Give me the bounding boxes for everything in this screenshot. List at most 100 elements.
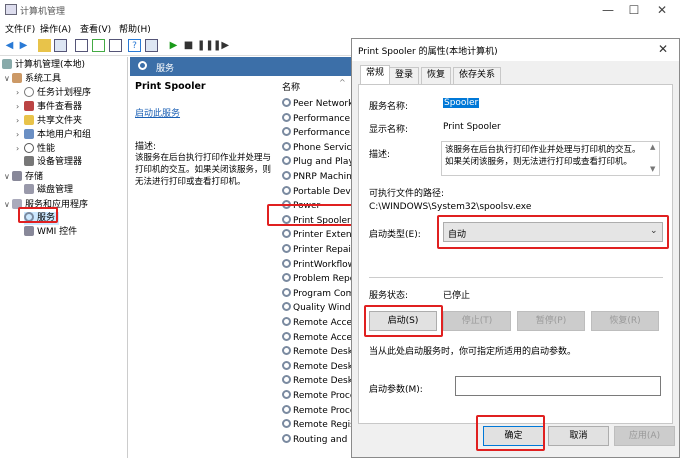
chevron-right-icon[interactable]: › [16,100,24,113]
clock-icon [24,87,34,97]
stop-button[interactable]: 停止(T) [443,311,511,331]
tree-root[interactable]: 计算机管理(本地) [2,59,85,72]
column-header-name[interactable]: 名称 [282,80,300,93]
description-label: 描述: [369,150,391,160]
tab-logon[interactable]: 登录 [389,67,420,84]
service-row[interactable]: Plug and Play [282,155,352,169]
service-row[interactable]: Remote Deskt [282,360,352,374]
tree-item-system-tools[interactable]: ∨ 系统工具 [4,72,61,85]
highlight-box-services [18,207,58,223]
back-arrow-icon[interactable]: ◀ [3,39,16,52]
service-row[interactable]: Problem Repo [282,272,352,286]
services-header: 服务 [130,57,352,76]
service-row[interactable]: Remote Deskt [282,345,352,359]
service-row[interactable]: Phone Service [282,141,352,155]
service-row[interactable]: Performance L [282,126,352,140]
help-icon[interactable]: ? [128,39,141,52]
forward-arrow-icon[interactable]: ▶ [17,39,30,52]
service-row[interactable]: Quality Windo [282,301,352,315]
maximize-button[interactable]: ☐ [622,2,646,18]
description-box[interactable]: 该服务在后台执行打印作业并处理与打印机的交互。如果关闭该服务，则无法进行打印或查… [441,141,660,176]
tree-item-task-scheduler[interactable]: › 任务计划程序 [16,86,91,99]
chevron-right-icon[interactable]: › [16,86,24,99]
scroll-up-icon[interactable]: ▲ [650,143,655,151]
chevron-right-icon[interactable]: › [16,142,24,155]
window-title: 计算机管理 [20,7,66,17]
tree-item-local-users[interactable]: › 本地用户和组 [16,128,91,141]
menu-view[interactable]: 查看(V) [80,22,111,35]
tree-item-wmi[interactable]: WMI 控件 [24,226,77,239]
service-row[interactable]: Remote Acces [282,316,352,330]
cancel-button[interactable]: 取消 [548,426,609,446]
service-row[interactable]: Remote Proce [282,389,352,403]
pause-service-icon[interactable]: ❚❚ [197,39,214,52]
shared-folder-icon [24,115,34,125]
gear-icon [282,185,291,195]
service-row[interactable]: Routing and R [282,433,352,447]
service-row[interactable]: Printer Repair [282,243,352,257]
service-row[interactable]: Printer Extensi [282,228,352,242]
menu-help[interactable]: 帮助(H) [119,22,151,35]
device-manager-icon [24,156,34,166]
properties-icon[interactable] [75,39,88,52]
divider [369,277,663,278]
tab-dependencies[interactable]: 依存关系 [453,67,502,84]
service-name-value[interactable]: Spooler [443,98,480,108]
gear-icon [282,244,291,253]
resume-button[interactable]: 恢复(R) [591,311,659,331]
service-row[interactable]: Performance C [282,112,352,126]
start-service-icon[interactable]: ▶ [167,39,180,52]
path-label: 可执行文件的路径: [369,189,445,199]
service-row[interactable]: Portable Devic [282,185,352,199]
scroll-down-icon[interactable]: ▼ [650,165,655,173]
chevron-down-icon[interactable]: ∨ [4,72,12,85]
service-row[interactable]: Remote Deskt [282,374,352,388]
service-row[interactable]: Program Com [282,287,352,301]
restart-service-icon[interactable]: ❚▶ [213,39,229,52]
tree-item-device-manager[interactable]: 设备管理器 [24,156,82,169]
export-list-icon[interactable] [109,39,122,52]
service-row[interactable]: Remote Proce [282,404,352,418]
pause-button[interactable]: 暂停(P) [517,311,585,331]
display-name-value[interactable]: Print Spooler [443,122,501,132]
service-row[interactable]: Peer Network [282,97,352,111]
chevron-right-icon[interactable]: › [16,128,24,141]
apply-button[interactable]: 应用(A) [614,426,675,446]
tab-general[interactable]: 常规 [360,65,391,85]
tab-recovery[interactable]: 恢复 [421,67,452,84]
chevron-down-icon[interactable]: ∨ [4,170,12,183]
service-row[interactable]: Remote Acces [282,331,352,345]
tree-item-storage[interactable]: ∨ 存储 [4,170,43,183]
computer-icon [2,59,12,69]
chevron-down-icon[interactable]: ∨ [4,198,12,211]
tree-item-shared-folders[interactable]: › 共享文件夹 [16,114,82,127]
tree-item-performance[interactable]: › 性能 [16,142,55,155]
start-service-link[interactable]: 启动此服务 [135,106,180,119]
gear-icon [282,360,291,370]
service-row[interactable]: PrintWorkflow [282,258,352,272]
folder-up-icon[interactable] [38,39,51,52]
selected-service-name: Print Spooler [135,81,206,92]
start-params-input[interactable] [455,376,661,396]
gear-icon [282,156,291,166]
description-label: 描述: [135,142,157,152]
tree-item-disk-management[interactable]: 磁盘管理 [24,184,73,197]
refresh-icon[interactable] [92,39,105,52]
show-tree-icon[interactable] [54,39,67,52]
menu-action[interactable]: 操作(A) [40,22,71,35]
chevron-right-icon[interactable]: › [16,114,24,127]
sort-up-icon: ^ [339,78,346,87]
close-window-button[interactable]: ✕ [650,2,674,18]
service-row[interactable]: Remote Regis [282,418,352,432]
menu-file[interactable]: 文件(F) [5,22,35,35]
gear-icon [138,61,147,70]
gear-icon [282,302,291,312]
minimize-button[interactable]: — [596,2,620,18]
dialog-close-icon[interactable]: ✕ [658,42,668,56]
service-row[interactable]: PNRP Machine [282,170,352,184]
stop-service-icon[interactable]: ■ [182,39,195,52]
show-action-pane-icon[interactable] [145,39,158,52]
dialog-title-bar: Print Spooler 的属性(本地计算机) ✕ [352,39,679,61]
tree-item-event-viewer[interactable]: › 事件查看器 [16,100,82,113]
wmi-icon [24,226,34,236]
